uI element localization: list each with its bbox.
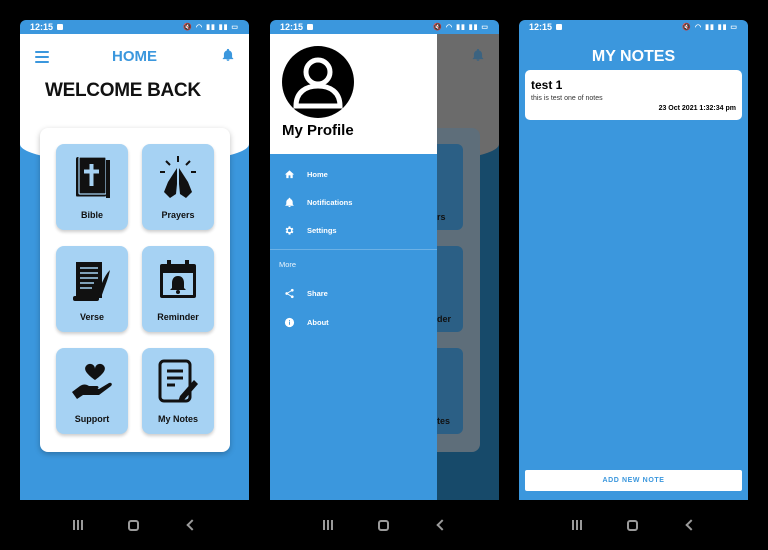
note-card[interactable]: test 1 this is test one of notes 23 Oct …	[525, 70, 742, 120]
notification-bell-icon[interactable]	[221, 48, 235, 62]
dimmed-text: der	[437, 314, 452, 324]
drawer-item-label: About	[307, 317, 329, 327]
dimmed-text: rs	[437, 212, 446, 222]
drawer-item-label: Share	[307, 288, 328, 298]
status-time: 12:15	[529, 22, 553, 32]
tile-my-notes[interactable]: My Notes	[142, 348, 214, 434]
drawer-item-about[interactable]: About	[284, 316, 329, 328]
tile-verse[interactable]: Verse	[56, 246, 128, 332]
welcome-heading: WELCOME BACK	[45, 80, 201, 101]
phone-drawer-screen: 12:15 🔇 ◠ ▮▮ ▮▮ ▭ rs der tes My Profile …	[270, 20, 499, 550]
drawer-item-settings[interactable]: Settings	[284, 224, 337, 236]
phone-home-screen: 12:15 🔇 ◠ ▮▮ ▮▮ ▭ HOME WELCOME BACK Bibl…	[20, 20, 249, 550]
tile-bible[interactable]: Bible	[56, 144, 128, 230]
phone-notes-screen: 12:15 🔇 ◠ ▮▮ ▮▮ ▭ MY NOTES test 1 this i…	[519, 20, 748, 550]
tile-label: Reminder	[157, 312, 199, 322]
drawer-section-label: More	[279, 260, 297, 269]
recent-apps-icon[interactable]	[72, 520, 83, 530]
user-icon	[293, 57, 343, 109]
back-icon[interactable]	[436, 519, 448, 531]
calendar-bell-icon	[160, 260, 196, 298]
system-nav-bar	[270, 500, 499, 550]
status-time: 12:15	[30, 22, 54, 32]
avatar[interactable]	[282, 46, 354, 118]
note-body: this is test one of notes	[531, 95, 603, 102]
status-bar: 12:15 🔇 ◠ ▮▮ ▮▮ ▭	[20, 20, 249, 34]
status-bar: 12:15 🔇 ◠ ▮▮ ▮▮ ▭	[270, 20, 499, 34]
tile-label: Bible	[80, 210, 103, 220]
notification-bell-icon	[472, 48, 484, 61]
back-icon[interactable]	[186, 519, 198, 531]
notes-pencil-icon	[158, 359, 198, 403]
recent-apps-icon[interactable]	[571, 520, 582, 530]
tile-prayers[interactable]: Prayers	[142, 144, 214, 230]
gallery-notification-icon	[307, 24, 314, 30]
drawer-item-label: Home	[307, 169, 328, 179]
home-nav-icon[interactable]	[377, 519, 389, 531]
praying-hands-icon	[160, 156, 196, 198]
home-nav-icon[interactable]	[127, 519, 139, 531]
drawer-item-share[interactable]: Share	[284, 287, 328, 299]
status-icons: 🔇 ◠ ▮▮ ▮▮ ▭	[682, 24, 738, 31]
back-icon[interactable]	[685, 519, 697, 531]
page-title: HOME	[112, 48, 157, 65]
drawer-item-label: Notifications	[307, 197, 353, 207]
status-time: 12:15	[280, 22, 304, 32]
add-new-note-button[interactable]: ADD NEW NOTE	[525, 470, 742, 491]
drawer-divider	[270, 249, 437, 250]
page-title: MY NOTES	[591, 48, 676, 65]
tile-label: Verse	[79, 312, 105, 322]
home-nav-icon[interactable]	[626, 519, 638, 531]
tile-label: Support	[74, 414, 110, 424]
drawer-screen: rs der tes My Profile Home Notifications…	[270, 34, 499, 500]
status-icons: 🔇 ◠ ▮▮ ▮▮ ▭	[433, 24, 489, 31]
tile-label: My Notes	[157, 414, 198, 424]
gallery-notification-icon	[57, 24, 64, 30]
navigation-drawer: My Profile Home Notifications Settings M…	[270, 34, 437, 500]
bible-icon	[76, 156, 110, 198]
drawer-item-notifications[interactable]: Notifications	[284, 196, 352, 208]
status-bar: 12:15 🔇 ◠ ▮▮ ▮▮ ▭	[519, 20, 748, 34]
system-nav-bar	[519, 500, 748, 550]
share-icon	[285, 288, 294, 298]
status-icons: 🔇 ◠ ▮▮ ▮▮ ▭	[183, 24, 239, 31]
tile-support[interactable]: Support	[56, 348, 128, 434]
drawer-header: My Profile	[270, 34, 437, 154]
heart-hand-icon	[72, 363, 112, 399]
bell-icon	[285, 197, 294, 207]
profile-name: My Profile	[282, 122, 354, 139]
gear-icon	[285, 225, 294, 235]
recent-apps-icon[interactable]	[322, 520, 333, 530]
system-nav-bar	[20, 500, 249, 550]
notes-screen: MY NOTES test 1 this is test one of note…	[519, 34, 748, 500]
tile-reminder[interactable]: Reminder	[142, 246, 214, 332]
dimmed-text: tes	[437, 416, 451, 426]
drawer-item-label: Settings	[307, 225, 337, 235]
info-icon	[284, 317, 295, 327]
note-title: test 1	[531, 78, 563, 92]
tile-label: Prayers	[161, 210, 195, 220]
home-screen: HOME WELCOME BACK Bible Prayers Verse Re…	[20, 34, 249, 500]
home-icon	[284, 169, 295, 178]
gallery-notification-icon	[556, 24, 563, 30]
note-date: 23 Oct 2021 1:32:34 pm	[658, 105, 736, 112]
drawer-item-home[interactable]: Home	[284, 168, 328, 180]
scroll-quill-icon	[73, 262, 110, 301]
feature-grid: Bible Prayers Verse Reminder Support My …	[40, 128, 230, 452]
